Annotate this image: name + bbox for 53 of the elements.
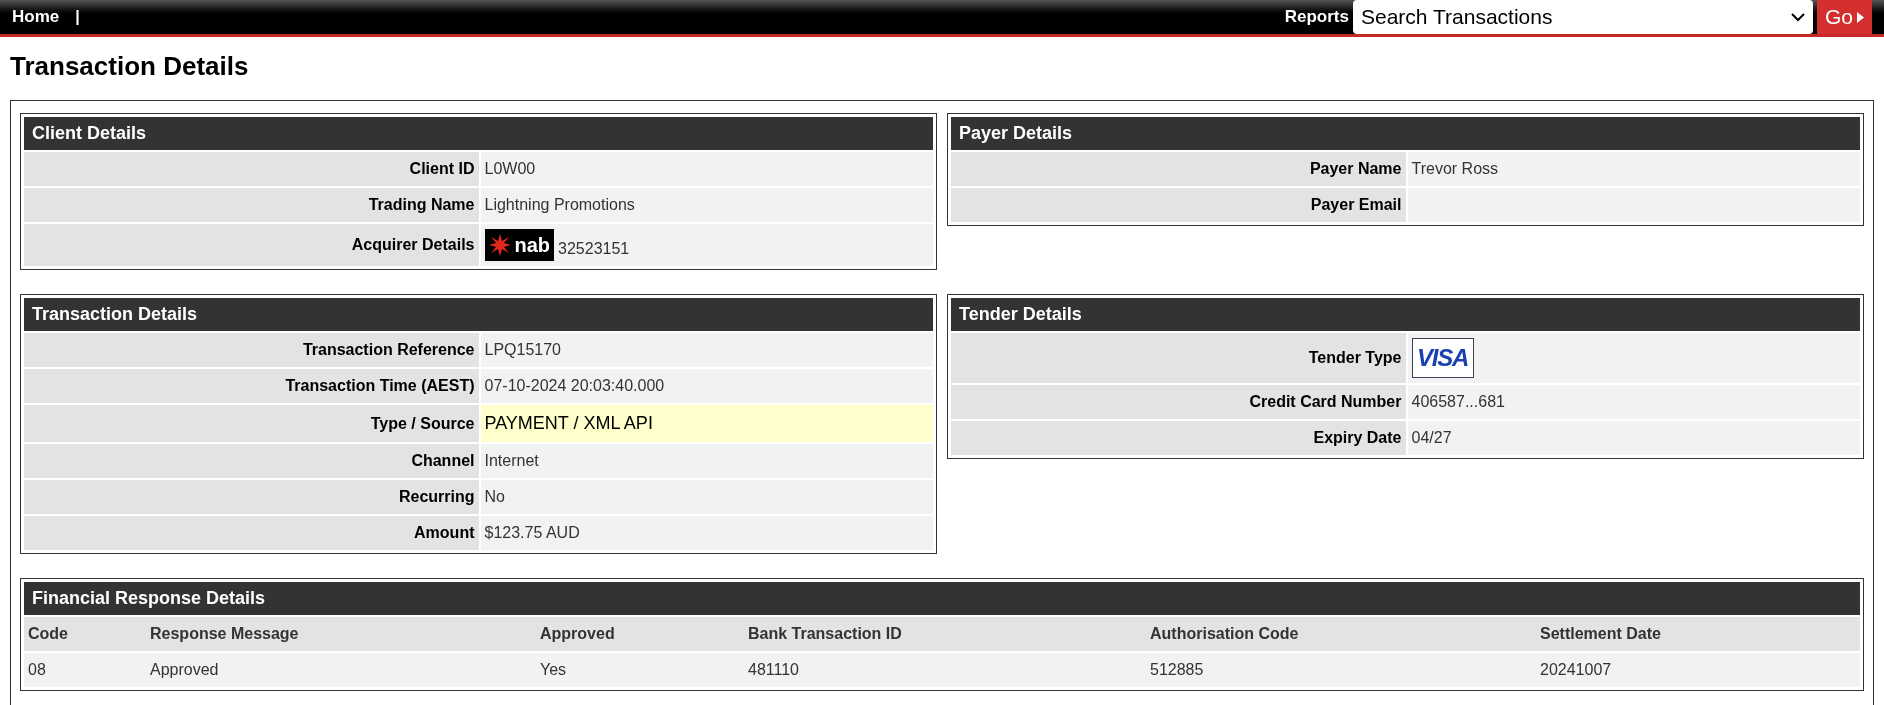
table-cell: Yes: [536, 651, 744, 687]
field-label: Type / Source: [370, 413, 475, 434]
table-cell: 481110: [744, 651, 1146, 687]
panel-header: Financial Response Details: [24, 582, 1860, 615]
field-label: Amount: [414, 523, 475, 543]
column-header: Bank Transaction ID: [744, 617, 1146, 651]
page-title: Transaction Details: [10, 50, 249, 83]
go-button[interactable]: Go: [1817, 0, 1872, 34]
field-value: No: [484, 487, 505, 507]
field-value: Trevor Ross: [1411, 159, 1499, 179]
panel-header: Tender Details: [951, 298, 1860, 331]
report-select[interactable]: Search Transactions: [1353, 0, 1813, 34]
field-value: 04/27: [1411, 428, 1452, 448]
field-value: Internet: [484, 451, 539, 471]
reports-label[interactable]: Reports: [1284, 4, 1349, 30]
bank-logo: nab: [484, 229, 555, 261]
field-value: $123.75 AUD: [484, 523, 580, 543]
field-label: Acquirer Details: [351, 235, 475, 255]
field-value: 07-10-2024 20:03:40.000: [484, 376, 665, 396]
caret-right-icon: [1857, 11, 1864, 23]
field-label: Credit Card Number: [1249, 392, 1402, 412]
column-header: Response Message: [146, 617, 536, 651]
field-label: Trading Name: [368, 195, 475, 215]
nav-separator: |: [75, 7, 80, 27]
card-logo: VISA: [1411, 338, 1474, 378]
panel-header: Client Details: [24, 117, 933, 150]
table-cell: 08: [24, 651, 146, 687]
field-value: 406587...681: [1411, 392, 1505, 412]
field-value: LPQ15170: [484, 340, 561, 360]
column-header: Code: [24, 617, 146, 651]
acquirer-id: 32523151: [558, 239, 630, 259]
field-label: Payer Email: [1310, 195, 1402, 215]
column-header: Settlement Date: [1536, 617, 1860, 651]
panel-header: Transaction Details: [24, 298, 933, 331]
field-value: L0W00: [484, 159, 536, 179]
chevron-down-icon: [1791, 12, 1805, 22]
table-cell: 20241007: [1536, 651, 1860, 687]
field-label: Expiry Date: [1313, 428, 1402, 448]
field-label: Transaction Time (AEST): [285, 376, 475, 396]
field-label: Transaction Reference: [302, 340, 475, 360]
home-link[interactable]: Home: [12, 4, 60, 30]
field-value: PAYMENT / XML API: [484, 412, 653, 435]
field-label: Recurring: [398, 487, 475, 507]
field-label: Channel: [411, 451, 475, 471]
field-label: Client ID: [409, 159, 475, 179]
field-value: Lightning Promotions: [484, 195, 635, 215]
column-header: Authorisation Code: [1146, 617, 1536, 651]
table-cell: 512885: [1146, 651, 1536, 687]
field-label: Tender Type: [1308, 348, 1402, 368]
field-label: Payer Name: [1309, 159, 1402, 179]
table-cell: Approved: [146, 651, 536, 687]
panel-header: Payer Details: [951, 117, 1860, 150]
column-header: Approved: [536, 617, 744, 651]
